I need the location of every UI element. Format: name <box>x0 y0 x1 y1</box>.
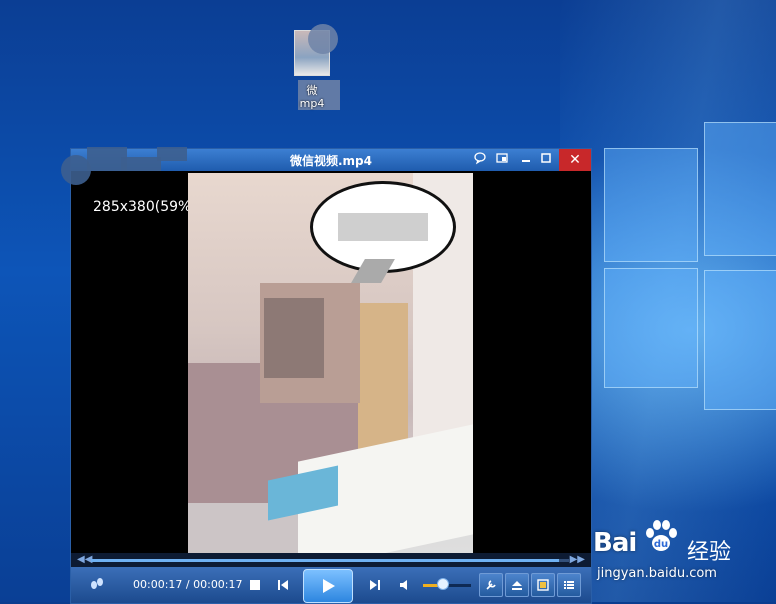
windows-logo-wallpaper <box>590 112 776 412</box>
screen-icon[interactable] <box>531 573 555 597</box>
blurred-overlay <box>308 24 338 54</box>
blurred-bubble-text <box>338 213 428 241</box>
stop-icon[interactable] <box>247 577 263 593</box>
wrench-icon[interactable] <box>479 573 503 597</box>
volume-icon[interactable] <box>397 577 413 593</box>
time-display: 00:00:17 / 00:00:17 <box>133 578 243 591</box>
time-separator: / <box>182 578 194 591</box>
play-icon[interactable] <box>303 569 353 603</box>
watermark-brand: Bai <box>593 528 637 558</box>
time-current: 00:00:17 <box>133 578 183 591</box>
seek-forward-icon[interactable]: ▶▶ <box>570 553 585 567</box>
prev-icon[interactable] <box>275 577 291 593</box>
close-icon[interactable]: ✕ <box>559 149 591 171</box>
volume-knob[interactable] <box>437 578 450 590</box>
control-bar: 00:00:17 / 00:00:17 <box>71 567 591 603</box>
desktop-file-label: 微 mp4 <box>299 84 325 110</box>
video-frame[interactable] <box>188 173 473 553</box>
paw-icon: du <box>646 520 677 551</box>
seek-track[interactable] <box>91 559 569 562</box>
seek-progress <box>91 559 560 562</box>
chat-icon[interactable] <box>471 151 489 169</box>
desktop-file-icon[interactable]: 微 mp4 <box>282 24 342 118</box>
blurred-app-logo <box>61 141 201 187</box>
time-total: 00:00:17 <box>193 578 243 591</box>
next-icon[interactable] <box>367 577 383 593</box>
minimize-icon[interactable] <box>517 151 535 169</box>
video-player-window: 微信视频.mp4 ✕ 285x380(59%) ◀◀ ▶▶ 00:00:17 /… <box>61 147 592 604</box>
watermark-url: jingyan.baidu.com <box>597 566 717 581</box>
tool-buttons <box>479 573 585 597</box>
blurred-face <box>264 298 324 378</box>
maximize-icon[interactable] <box>537 151 555 169</box>
baidu-jingyan-watermark: Bai du 经验 jingyan.baidu.com <box>593 514 763 594</box>
list-icon[interactable] <box>557 573 581 597</box>
seek-bar[interactable]: ◀◀ ▶▶ <box>71 553 591 567</box>
svg-text:du: du <box>654 539 668 550</box>
screen-icon[interactable] <box>493 151 511 169</box>
resolution-indicator: 285x380(59%) <box>93 199 197 215</box>
watermark-brand-tail: 经验 <box>687 540 732 565</box>
footprint-icon[interactable] <box>87 575 107 595</box>
eject-icon[interactable] <box>505 573 529 597</box>
